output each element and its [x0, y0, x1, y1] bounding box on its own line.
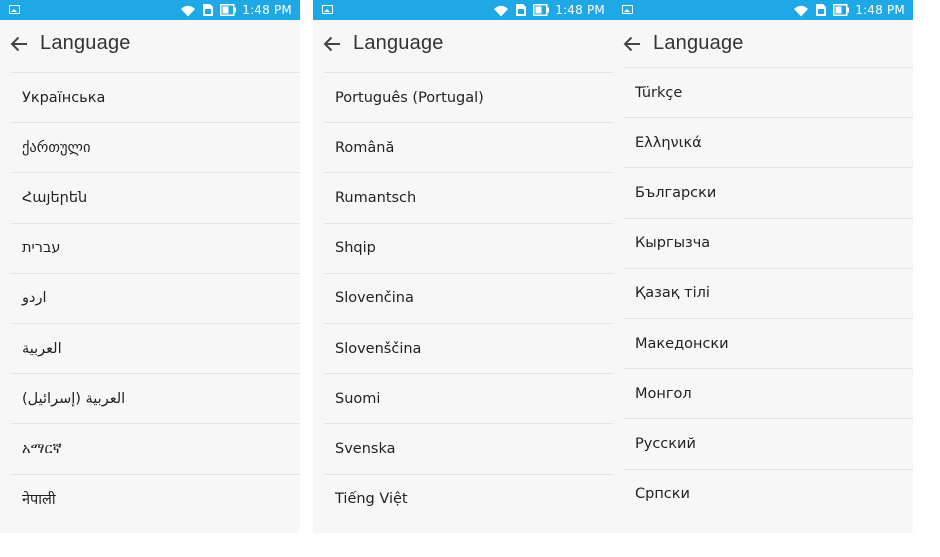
language-item[interactable]: Українська	[11, 72, 300, 122]
language-item[interactable]: Македонски	[624, 317, 913, 368]
language-item[interactable]: Српски	[624, 468, 913, 519]
page-title: Language	[353, 32, 444, 54]
wifi-icon	[494, 5, 509, 16]
language-list: Українська ქართული Հայերեն עברית اردو ال…	[11, 72, 300, 524]
sim-card-icon	[203, 4, 214, 16]
status-bar: 1:48 PM	[613, 0, 913, 20]
language-screen-3: 1:48 PM Language Türkçe Ελληνικά Българс…	[613, 0, 913, 533]
wifi-icon	[794, 5, 809, 16]
battery-icon	[220, 4, 237, 16]
language-screen-1: 1:48 PM Language Українська ქართული Հայե…	[0, 0, 300, 533]
language-item[interactable]: Հայերեն	[11, 172, 300, 222]
language-item[interactable]: Русский	[624, 418, 913, 468]
battery-icon	[833, 4, 850, 16]
back-arrow-icon[interactable]	[323, 35, 341, 53]
status-bar: 1:48 PM	[313, 0, 613, 20]
app-bar: Language	[0, 20, 300, 68]
language-item[interactable]: Ελληνικά	[624, 117, 913, 167]
language-item[interactable]: Slovenčina	[324, 272, 613, 323]
language-item[interactable]: Rumantsch	[324, 172, 613, 222]
language-screen-2: 1:48 PM Language Português (Portugal) Ro…	[313, 0, 613, 533]
language-item[interactable]: Қазақ тілі	[624, 267, 913, 318]
language-item[interactable]: Suomi	[324, 373, 613, 423]
status-bar: 1:48 PM	[0, 0, 300, 20]
page-title: Language	[653, 32, 744, 54]
clock: 1:48 PM	[242, 3, 292, 17]
language-item[interactable]: नेपाली	[11, 473, 300, 524]
language-item[interactable]: Slovenščina	[324, 322, 613, 373]
language-item[interactable]: Shqip	[324, 222, 613, 273]
back-arrow-icon[interactable]	[623, 35, 641, 53]
language-item[interactable]: العربية	[11, 322, 300, 373]
language-item[interactable]: العربية (إسرائيل)	[11, 373, 300, 423]
language-item[interactable]: ქართული	[11, 122, 300, 172]
wifi-icon	[181, 5, 196, 16]
battery-icon	[533, 4, 550, 16]
page-title: Language	[40, 32, 131, 54]
language-item[interactable]: Български	[624, 167, 913, 217]
language-item[interactable]: Português (Portugal)	[324, 72, 613, 122]
language-item[interactable]: አማርኛ	[11, 423, 300, 473]
language-item[interactable]: Tiếng Việt	[324, 473, 613, 524]
clock: 1:48 PM	[855, 3, 905, 17]
clock: 1:48 PM	[555, 3, 605, 17]
gallery-notification-icon	[322, 5, 333, 14]
language-item[interactable]: Svenska	[324, 423, 613, 473]
sim-card-icon	[516, 4, 527, 16]
language-item[interactable]: Монгол	[624, 368, 913, 418]
app-bar: Language	[313, 20, 613, 68]
app-bar: Language	[613, 20, 913, 68]
language-list: Türkçe Ελληνικά Български Кыргызча Қазақ…	[624, 67, 913, 519]
language-item[interactable]: עברית	[11, 222, 300, 273]
language-item[interactable]: Кыргызча	[624, 217, 913, 268]
back-arrow-icon[interactable]	[10, 35, 28, 53]
sim-card-icon	[816, 4, 827, 16]
gallery-notification-icon	[622, 5, 633, 14]
language-item[interactable]: اردو	[11, 272, 300, 323]
gallery-notification-icon	[9, 5, 20, 14]
language-item[interactable]: Română	[324, 122, 613, 172]
language-item[interactable]: Türkçe	[624, 67, 913, 117]
language-list: Português (Portugal) Română Rumantsch Sh…	[324, 72, 613, 524]
